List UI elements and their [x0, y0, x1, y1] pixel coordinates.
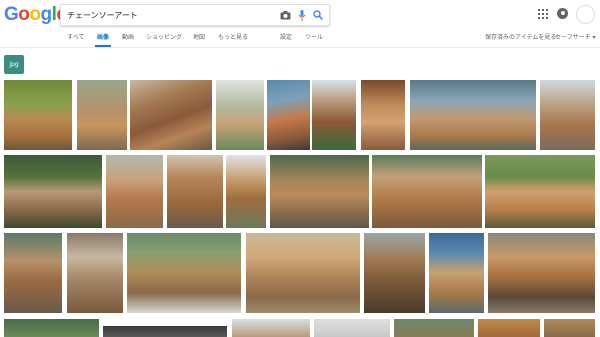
tab-images[interactable]: 画像: [97, 33, 109, 43]
logo-letter: o: [29, 4, 41, 25]
logo-letter: o: [18, 4, 30, 25]
image-result[interactable]: [77, 80, 127, 150]
active-tab-indicator: [95, 45, 111, 47]
image-result[interactable]: [372, 155, 482, 228]
image-result[interactable]: [485, 155, 595, 228]
image-result[interactable]: [216, 80, 264, 150]
image-result[interactable]: [544, 319, 595, 337]
search-box[interactable]: [60, 4, 330, 26]
image-result[interactable]: [130, 80, 212, 150]
settings-link[interactable]: 設定: [280, 33, 292, 43]
image-result[interactable]: [127, 233, 241, 313]
apps-grid-icon[interactable]: [538, 9, 548, 19]
image-result[interactable]: [410, 80, 536, 150]
tools-link[interactable]: ツール: [305, 33, 323, 43]
tab-all[interactable]: すべて: [67, 33, 84, 43]
image-result[interactable]: [361, 80, 405, 150]
avatar[interactable]: [576, 5, 595, 24]
image-result[interactable]: [4, 155, 102, 228]
camera-icon[interactable]: [278, 8, 292, 22]
image-result[interactable]: [4, 319, 99, 337]
search-input[interactable]: [67, 6, 267, 24]
google-logo[interactable]: Google: [4, 4, 67, 26]
image-result[interactable]: [246, 233, 360, 313]
header: Google: [0, 0, 600, 30]
image-result[interactable]: [106, 155, 163, 228]
image-result[interactable]: [488, 233, 595, 313]
image-result[interactable]: [103, 326, 227, 337]
tab-more[interactable]: もっと見る: [218, 33, 248, 43]
tab-videos[interactable]: 動画: [122, 33, 134, 43]
account-icon[interactable]: [557, 8, 568, 19]
filter-chip-jpg[interactable]: jpg: [4, 55, 24, 74]
nav-bar: すべて 画像 動画 ショッピング 地図 もっと見る 設定 ツール 保存済みのアイ…: [0, 30, 600, 48]
image-result[interactable]: [394, 319, 474, 337]
image-result[interactable]: [232, 319, 310, 337]
image-result[interactable]: [267, 80, 310, 150]
image-result[interactable]: [312, 80, 356, 150]
image-result[interactable]: [4, 233, 62, 313]
logo-letter: g: [40, 4, 53, 25]
image-result[interactable]: [540, 80, 595, 150]
image-result[interactable]: [270, 155, 369, 228]
mic-icon[interactable]: [295, 8, 309, 22]
logo-letter: G: [4, 4, 19, 25]
image-result[interactable]: [67, 233, 123, 313]
saved-items-link[interactable]: 保存済みのアイテムを見る: [485, 33, 556, 43]
safesearch-dropdown[interactable]: セーフサーチ ▾: [555, 33, 596, 43]
image-result[interactable]: [314, 319, 390, 337]
image-result[interactable]: [226, 155, 266, 228]
tab-shopping[interactable]: ショッピング: [146, 33, 182, 43]
image-result[interactable]: [478, 319, 540, 337]
image-result[interactable]: [364, 233, 425, 313]
image-result[interactable]: [167, 155, 223, 228]
search-icon[interactable]: [311, 8, 325, 22]
tab-maps[interactable]: 地図: [193, 33, 205, 43]
image-result[interactable]: [4, 80, 72, 150]
image-result[interactable]: [429, 233, 484, 313]
